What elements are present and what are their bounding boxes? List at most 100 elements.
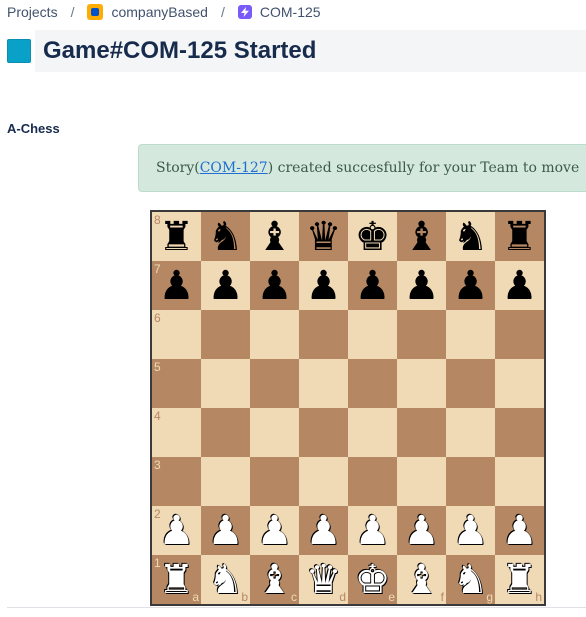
square-d1[interactable]: d ♛ [299, 555, 348, 604]
story-link[interactable]: COM-127 [200, 160, 268, 176]
white-rook-icon[interactable]: ♜ [159, 560, 195, 600]
square-f6[interactable] [397, 310, 446, 359]
square-e6[interactable] [348, 310, 397, 359]
square-b1[interactable]: b ♞ [201, 555, 250, 604]
square-a7[interactable]: 7 ♟ [152, 261, 201, 310]
square-g5[interactable] [446, 359, 495, 408]
square-c6[interactable] [250, 310, 299, 359]
square-e1[interactable]: e ♚ [348, 555, 397, 604]
square-a3[interactable]: 3 [152, 457, 201, 506]
square-b6[interactable] [201, 310, 250, 359]
square-c4[interactable] [250, 408, 299, 457]
square-g8[interactable]: ♞ [446, 212, 495, 261]
black-pawn-icon[interactable]: ♟ [208, 266, 244, 306]
square-f8[interactable]: ♝ [397, 212, 446, 261]
black-pawn-icon[interactable]: ♟ [404, 266, 440, 306]
square-h6[interactable] [495, 310, 544, 359]
square-d8[interactable]: ♛ [299, 212, 348, 261]
square-g7[interactable]: ♟ [446, 261, 495, 310]
square-f2[interactable]: ♟ [397, 506, 446, 555]
black-pawn-icon[interactable]: ♟ [159, 266, 195, 306]
square-g1[interactable]: g ♞ [446, 555, 495, 604]
square-g3[interactable] [446, 457, 495, 506]
square-b2[interactable]: ♟ [201, 506, 250, 555]
square-f4[interactable] [397, 408, 446, 457]
white-knight-icon[interactable]: ♞ [208, 560, 244, 600]
square-f5[interactable] [397, 359, 446, 408]
square-a4[interactable]: 4 [152, 408, 201, 457]
white-pawn-icon[interactable]: ♟ [502, 511, 538, 551]
square-b7[interactable]: ♟ [201, 261, 250, 310]
white-pawn-icon[interactable]: ♟ [208, 511, 244, 551]
square-d5[interactable] [299, 359, 348, 408]
white-pawn-icon[interactable]: ♟ [355, 511, 391, 551]
black-knight-icon[interactable]: ♞ [453, 217, 489, 257]
black-bishop-icon[interactable]: ♝ [404, 217, 440, 257]
square-d4[interactable] [299, 408, 348, 457]
square-b8[interactable]: ♞ [201, 212, 250, 261]
square-e8[interactable]: ♚ [348, 212, 397, 261]
white-rook-icon[interactable]: ♜ [502, 560, 538, 600]
white-bishop-icon[interactable]: ♝ [257, 560, 293, 600]
square-e2[interactable]: ♟ [348, 506, 397, 555]
square-d3[interactable] [299, 457, 348, 506]
square-g4[interactable] [446, 408, 495, 457]
chess-board[interactable]: 8 ♜ ♞ ♝ ♛ ♚ ♝ ♞ ♜ 7 ♟ ♟ ♟ ♟ ♟ ♟ ♟ ♟ 6 5 4 3 2 ♟ ♟ ♟ ♟ ♟ ♟ ♟ ♟ 1 a ♜ b ♞ c ♝ d ♛… [150, 210, 546, 606]
white-bishop-icon[interactable]: ♝ [404, 560, 440, 600]
white-pawn-icon[interactable]: ♟ [453, 511, 489, 551]
square-c1[interactable]: c ♝ [250, 555, 299, 604]
breadcrumb-projects[interactable]: Projects [7, 4, 58, 20]
square-h1[interactable]: h ♜ [495, 555, 544, 604]
square-g2[interactable]: ♟ [446, 506, 495, 555]
square-a2[interactable]: 2 ♟ [152, 506, 201, 555]
black-pawn-icon[interactable]: ♟ [306, 266, 342, 306]
black-pawn-icon[interactable]: ♟ [257, 266, 293, 306]
black-rook-icon[interactable]: ♜ [502, 217, 538, 257]
black-pawn-icon[interactable]: ♟ [502, 266, 538, 306]
white-pawn-icon[interactable]: ♟ [159, 511, 195, 551]
white-pawn-icon[interactable]: ♟ [257, 511, 293, 551]
square-h7[interactable]: ♟ [495, 261, 544, 310]
square-e4[interactable] [348, 408, 397, 457]
square-b3[interactable] [201, 457, 250, 506]
page-title[interactable]: Game#COM-125 Started [43, 37, 316, 65]
breadcrumb-project[interactable]: companyBased [87, 4, 208, 20]
square-c2[interactable]: ♟ [250, 506, 299, 555]
square-h5[interactable] [495, 359, 544, 408]
square-h2[interactable]: ♟ [495, 506, 544, 555]
square-e7[interactable]: ♟ [348, 261, 397, 310]
square-d7[interactable]: ♟ [299, 261, 348, 310]
square-d6[interactable] [299, 310, 348, 359]
square-b4[interactable] [201, 408, 250, 457]
white-pawn-icon[interactable]: ♟ [306, 511, 342, 551]
square-c7[interactable]: ♟ [250, 261, 299, 310]
square-a8[interactable]: 8 ♜ [152, 212, 201, 261]
square-f1[interactable]: f ♝ [397, 555, 446, 604]
square-e5[interactable] [348, 359, 397, 408]
square-c3[interactable] [250, 457, 299, 506]
black-pawn-icon[interactable]: ♟ [355, 266, 391, 306]
square-g6[interactable] [446, 310, 495, 359]
square-e3[interactable] [348, 457, 397, 506]
black-bishop-icon[interactable]: ♝ [257, 217, 293, 257]
square-d2[interactable]: ♟ [299, 506, 348, 555]
breadcrumb-issue[interactable]: COM-125 [237, 4, 321, 20]
square-b5[interactable] [201, 359, 250, 408]
black-king-icon[interactable]: ♚ [355, 217, 391, 257]
square-h8[interactable]: ♜ [495, 212, 544, 261]
white-pawn-icon[interactable]: ♟ [404, 511, 440, 551]
square-f3[interactable] [397, 457, 446, 506]
square-a5[interactable]: 5 [152, 359, 201, 408]
square-h4[interactable] [495, 408, 544, 457]
black-queen-icon[interactable]: ♛ [306, 217, 342, 257]
white-king-icon[interactable]: ♚ [355, 560, 391, 600]
square-a6[interactable]: 6 [152, 310, 201, 359]
square-f7[interactable]: ♟ [397, 261, 446, 310]
black-rook-icon[interactable]: ♜ [159, 217, 195, 257]
black-knight-icon[interactable]: ♞ [208, 217, 244, 257]
square-a1[interactable]: 1 a ♜ [152, 555, 201, 604]
white-knight-icon[interactable]: ♞ [453, 560, 489, 600]
square-h3[interactable] [495, 457, 544, 506]
white-queen-icon[interactable]: ♛ [306, 560, 342, 600]
square-c5[interactable] [250, 359, 299, 408]
